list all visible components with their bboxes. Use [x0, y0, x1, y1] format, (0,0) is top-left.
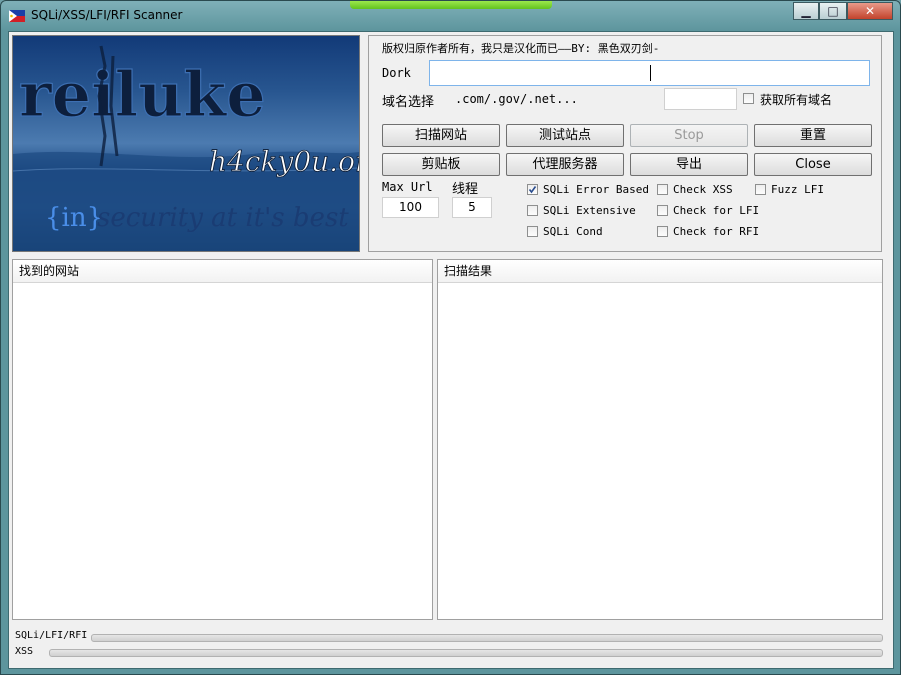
check-lfi-checkbox[interactable] [657, 205, 668, 216]
controls-panel: 版权归原作者所有，我只是汉化而已——BY: 黑色双刃剑- Dork 域名选择 .… [368, 35, 882, 252]
fuzz-lfi-label: Fuzz LFI [771, 183, 824, 196]
test-site-button[interactable]: 测试站点 [506, 124, 624, 147]
domain-input[interactable] [664, 88, 737, 110]
sqli-cond-label: SQLi Cond [543, 225, 603, 238]
banner-art: reiluke h4cky0u.org {in} security at it'… [13, 45, 359, 251]
reset-button[interactable]: 重置 [754, 124, 872, 147]
credit-text: 版权归原作者所有，我只是汉化而已——BY: 黑色双刃剑- [382, 42, 660, 55]
scan-results-header: 扫描结果 [438, 260, 882, 283]
threads-input[interactable]: 5 [452, 197, 492, 218]
sqli-lfi-rfi-progress-bar [91, 634, 883, 642]
check-rfi-checkbox[interactable] [657, 226, 668, 237]
client-area: reiluke h4cky0u.org {in} security at it'… [8, 31, 894, 669]
domain-hint: .com/.gov/.net... [455, 92, 578, 106]
proxy-button[interactable]: 代理服务器 [506, 153, 624, 176]
xss-progress-label: XSS [15, 646, 34, 657]
maximize-icon: □ [827, 4, 839, 18]
max-url-label: Max Url [382, 180, 433, 194]
check-xss-label: Check XSS [673, 183, 733, 196]
threads-label: 线程 [452, 182, 479, 197]
check-xss-checkbox[interactable] [657, 184, 668, 195]
get-all-domains-checkbox[interactable] [743, 93, 754, 104]
tagline-braces: {in} [45, 203, 103, 233]
sqli-error-based-label: SQLi Error Based [543, 183, 649, 196]
app-window: SQLi/XSS/LFI/RFI Scanner ▁ □ ✕ reiluke h… [0, 0, 901, 675]
minimize-icon: ▁ [801, 4, 811, 18]
close-icon: ✕ [864, 4, 876, 18]
banner-image: reiluke h4cky0u.org {in} security at it'… [12, 35, 360, 252]
check-lfi-label: Check for LFI [673, 204, 760, 217]
sqli-error-based-checkbox[interactable] [527, 184, 538, 195]
close-window-button[interactable]: ✕ [847, 2, 893, 20]
scan-results-panel[interactable]: 扫描结果 [437, 259, 883, 620]
sqli-cond-checkbox[interactable] [527, 226, 538, 237]
found-sites-header: 找到的网站 [13, 260, 432, 283]
title-bar[interactable]: SQLi/XSS/LFI/RFI Scanner ▁ □ ✕ [1, 1, 900, 31]
dork-label: Dork [382, 66, 411, 80]
fuzz-lfi-checkbox[interactable] [755, 184, 766, 195]
stop-button[interactable]: Stop [630, 124, 748, 147]
maximize-button[interactable]: □ [819, 2, 847, 20]
sqli-extensive-checkbox[interactable] [527, 205, 538, 216]
max-url-input[interactable]: 100 [382, 197, 439, 218]
sqli-lfi-rfi-progress-label: SQLi/LFI/RFI [15, 630, 88, 641]
clipboard-button[interactable]: 剪贴板 [382, 153, 500, 176]
title-glow [350, 1, 552, 9]
close-button[interactable]: Close [754, 153, 872, 176]
domain-label: 域名选择 [382, 95, 435, 110]
logo-text: reiluke [19, 58, 266, 131]
check-rfi-label: Check for RFI [673, 225, 760, 238]
sqli-extensive-label: SQLi Extensive [543, 204, 636, 217]
site-text: h4cky0u.org [209, 145, 359, 178]
export-button[interactable]: 导出 [630, 153, 748, 176]
window-title: SQLi/XSS/LFI/RFI Scanner [31, 8, 183, 22]
tagline-text: security at it's best [97, 203, 349, 233]
found-sites-panel[interactable]: 找到的网站 [12, 259, 433, 620]
xss-progress-bar [49, 649, 883, 657]
checkmark-icon [528, 186, 537, 194]
get-all-domains-label: 获取所有域名 [760, 93, 833, 107]
minimize-button[interactable]: ▁ [793, 2, 819, 20]
scan-site-button[interactable]: 扫描网站 [382, 124, 500, 147]
text-cursor [650, 65, 651, 81]
dork-input[interactable] [429, 60, 870, 86]
philippines-flag-icon [9, 10, 25, 22]
